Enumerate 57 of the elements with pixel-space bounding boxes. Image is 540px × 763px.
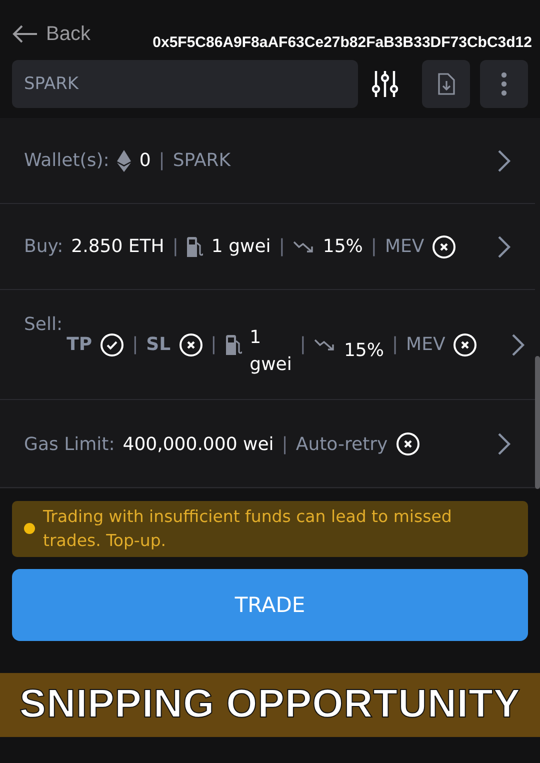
setting-value: 2.850 ETH	[71, 236, 164, 257]
option-label: MEV	[406, 334, 446, 355]
separator: |	[300, 334, 306, 355]
option-label: TP	[66, 334, 92, 355]
option-label: SL	[146, 334, 171, 355]
setting-label: Sell:	[24, 314, 63, 335]
separator: |	[172, 236, 178, 257]
more-button[interactable]	[480, 60, 528, 108]
setting-value: 15%	[344, 339, 384, 364]
import-button[interactable]	[422, 60, 470, 108]
scrollbar[interactable]	[535, 356, 540, 489]
separator: |	[132, 334, 138, 355]
more-vertical-icon	[501, 72, 507, 96]
caption-text: SNIPPING OPPORTUNITY	[19, 682, 521, 728]
settings-row[interactable]: Buy: 2.850 ETH | 1 gwei | 15% | MEV	[0, 204, 535, 290]
close-circle-icon[interactable]	[453, 332, 478, 356]
warning-dot-icon	[24, 523, 35, 534]
setting-label: Gas Limit:	[24, 434, 115, 454]
setting-label: Buy:	[24, 236, 64, 257]
option-label: MEV	[384, 236, 424, 257]
wallet-address: 0x5F5C86A9F8aAF63Ce27b82FaB3B33DF73CbC3d12	[152, 34, 532, 50]
chevron-right-icon[interactable]	[497, 234, 511, 258]
setting-label: Wallet(s):	[24, 150, 110, 171]
settings-row[interactable]: Gas Limit: 400,000.000 wei | Auto-retry	[0, 401, 535, 488]
trend-down-icon	[292, 238, 315, 254]
trend-down-icon	[314, 336, 336, 352]
arrow-left-icon	[12, 24, 38, 44]
diamond-icon	[117, 150, 132, 172]
separator: |	[392, 334, 398, 355]
setting-value: 1 gwei	[250, 326, 292, 376]
separator: |	[282, 434, 288, 454]
option-label: SPARK	[172, 150, 231, 171]
separator: |	[278, 236, 285, 257]
warning-text: Trading with insufficient funds can lead to missed trades. Top-up.	[43, 506, 453, 552]
settings-row[interactable]: Wallet(s): 0 | SPARK	[0, 118, 535, 204]
file-download-icon	[437, 73, 455, 95]
chevron-right-icon[interactable]	[497, 148, 511, 172]
setting-value: 0	[139, 150, 151, 171]
back-button[interactable]: Back	[12, 22, 90, 46]
close-circle-icon[interactable]	[396, 432, 420, 456]
close-circle-icon[interactable]	[432, 234, 456, 258]
separator: |	[370, 236, 377, 257]
chevron-right-icon[interactable]	[511, 332, 525, 356]
setting-value: 400,000.000 wei	[122, 434, 274, 454]
check-icon[interactable]	[100, 332, 124, 356]
search-field[interactable]: SPARK	[12, 60, 358, 108]
option-label: Auto-retry	[296, 434, 388, 454]
chevron-right-icon[interactable]	[497, 432, 511, 456]
sliders-icon	[372, 70, 398, 98]
settings-row[interactable]: Sell: TP | SL | 1 gwei | 15% | MEV	[0, 290, 535, 400]
close-circle-icon[interactable]	[178, 332, 203, 356]
setting-value: 15%	[322, 236, 363, 257]
setting-value: 1 gwei	[211, 236, 271, 257]
separator: |	[210, 334, 217, 355]
fuel-pump-icon	[186, 236, 204, 256]
separator: |	[158, 150, 165, 171]
fuel-pump-icon	[224, 334, 242, 354]
